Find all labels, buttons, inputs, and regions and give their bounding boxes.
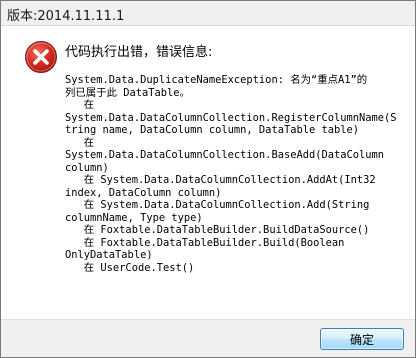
- error-detail-line: OnlyDataTable): [65, 249, 153, 261]
- error-detail-line: 在 UserCode.Test(): [65, 261, 195, 274]
- error-dialog: 版本:2014.11.11.1 代码执行出错，错误信息: System.Data…: [0, 0, 416, 358]
- error-icon: [25, 41, 57, 73]
- error-detail-line: 在 System.Data.DataColumnCollection.Add(S…: [65, 199, 370, 211]
- error-detail-line: 在: [65, 99, 95, 111]
- button-bar: 确定: [1, 319, 415, 357]
- window-title: 版本:2014.11.11.1: [7, 9, 125, 24]
- error-detail-line: 在: [65, 136, 95, 149]
- error-detail-line: 在 Foxtable.DataTableBuilder.BuildDataSou…: [65, 224, 370, 236]
- error-message: 代码执行出错，错误信息: System.Data.DuplicateNameEx…: [65, 41, 407, 274]
- dialog-content: 代码执行出错，错误信息: System.Data.DuplicateNameEx…: [1, 26, 415, 319]
- error-detail-line: System.Data.DataColumnCollection.Registe…: [65, 111, 397, 124]
- error-detail-line: columnName, Type type): [65, 211, 203, 224]
- error-detail-line: 在 Foxtable.DataTableBuilder.Build(Boolea…: [65, 236, 345, 249]
- error-details: System.Data.DuplicateNameException: 名为“重…: [65, 74, 407, 274]
- title-bar[interactable]: 版本:2014.11.11.1: [1, 1, 415, 26]
- error-detail-line: System.Data.DuplicateNameException: 名为“重…: [65, 74, 368, 86]
- error-detail-line: 列已属于此 DataTable。: [65, 86, 190, 99]
- error-detail-line: System.Data.DataColumnCollection.BaseAdd…: [65, 149, 385, 161]
- error-detail-line: tring name, DataColumn column, DataTable…: [65, 124, 360, 136]
- ok-button[interactable]: 确定: [320, 328, 404, 350]
- error-detail-line: column): [65, 161, 109, 174]
- error-detail-line: 在 System.Data.DataColumnCollection.AddAt…: [65, 174, 376, 186]
- error-detail-line: index, DataColumn column): [65, 186, 222, 199]
- error-heading: 代码执行出错，错误信息:: [65, 45, 213, 60]
